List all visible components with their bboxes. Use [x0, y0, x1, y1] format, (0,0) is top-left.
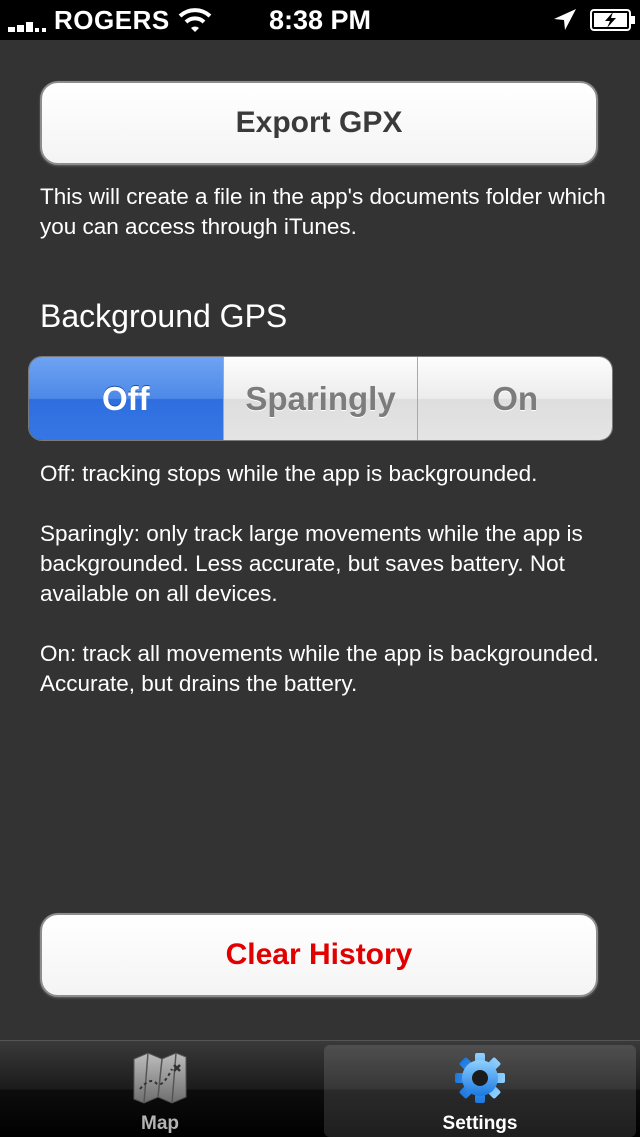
background-gps-segmented-control: Off Sparingly On	[28, 356, 613, 441]
status-time: 8:38 PM	[268, 5, 372, 35]
segment-off[interactable]: Off	[29, 357, 223, 440]
battery-charging-icon	[590, 9, 635, 31]
tab-settings-label: Settings	[442, 1113, 518, 1134]
location-arrow-icon	[554, 9, 576, 30]
map-icon	[133, 1052, 187, 1104]
off-description: Off: tracking stops while the app is bac…	[40, 461, 538, 486]
segment-on[interactable]: On	[417, 357, 612, 440]
background-gps-descriptions: Off: tracking stops while the app is bac…	[40, 459, 610, 729]
tab-bar: Map Settings	[0, 1040, 640, 1137]
settings-content: Export GPX This will create a file in th…	[0, 40, 640, 1040]
segment-sparingly[interactable]: Sparingly	[222, 357, 418, 440]
export-gpx-button[interactable]: Export GPX	[40, 81, 598, 165]
export-description: This will create a file in the app's doc…	[40, 184, 606, 239]
background-gps-title: Background GPS	[40, 298, 288, 334]
gear-icon	[455, 1053, 505, 1103]
on-description: On: track all movements while the app is…	[40, 641, 600, 696]
tab-map-label: Map	[141, 1113, 179, 1134]
clear-history-button[interactable]: Clear History	[40, 913, 598, 997]
tab-settings[interactable]: Settings	[324, 1045, 636, 1137]
sparingly-description: Sparingly: only track large movements wh…	[40, 521, 583, 606]
tab-map[interactable]: Map	[4, 1045, 316, 1137]
status-bar: ROGERS 8:38 PM	[0, 0, 640, 40]
